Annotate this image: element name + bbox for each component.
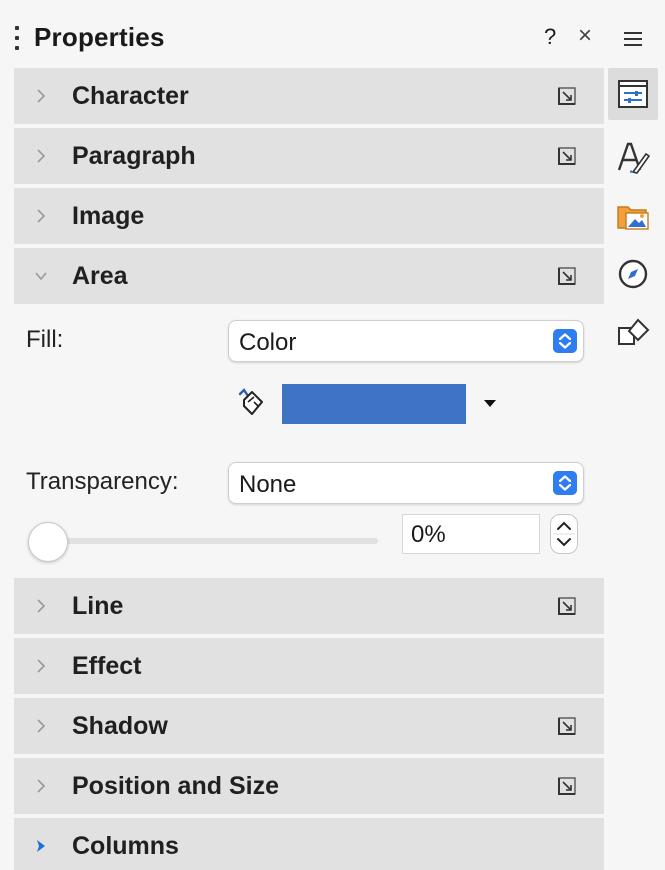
- shapes-icon: [618, 318, 650, 345]
- more-options-icon[interactable]: [556, 595, 578, 617]
- section-area[interactable]: Area: [14, 248, 604, 304]
- section-position-size[interactable]: Position and Size: [14, 758, 604, 814]
- fill-color-swatch[interactable]: [282, 384, 466, 424]
- tab-styles[interactable]: [608, 132, 658, 184]
- tab-navigator[interactable]: [608, 248, 658, 300]
- help-button[interactable]: ?: [544, 24, 556, 50]
- styles-icon: [617, 142, 650, 174]
- section-character[interactable]: Character: [14, 68, 604, 124]
- section-line[interactable]: Line: [14, 578, 604, 634]
- section-label: Effect: [72, 651, 142, 680]
- area-content: Fill: Color Transparency: None 0%: [14, 306, 604, 576]
- panel-title: Properties: [34, 22, 165, 52]
- transparency-percent-field[interactable]: 0%: [402, 514, 540, 554]
- more-options-icon[interactable]: [556, 85, 578, 107]
- paint-bucket-icon[interactable]: [234, 388, 266, 418]
- more-options-icon[interactable]: [556, 775, 578, 797]
- slider-track[interactable]: [42, 538, 378, 544]
- tab-properties[interactable]: [608, 68, 658, 120]
- section-label: Line: [72, 591, 124, 620]
- more-options-icon[interactable]: [556, 145, 578, 167]
- panel-titlebar: Properties ? ×: [14, 10, 604, 66]
- navigator-icon: [618, 259, 648, 289]
- stepper-arrows-icon: [553, 521, 575, 547]
- section-effect[interactable]: Effect: [14, 638, 604, 694]
- section-label: Columns: [72, 831, 179, 860]
- chevron-right-icon: [37, 89, 46, 103]
- section-paragraph[interactable]: Paragraph: [14, 128, 604, 184]
- gallery-icon: [617, 206, 649, 230]
- chevron-right-icon: [37, 149, 46, 163]
- section-label: Shadow: [72, 711, 168, 740]
- chevron-right-icon: [37, 599, 46, 613]
- fill-color-row: [14, 384, 604, 430]
- chevron-right-icon: [37, 209, 46, 223]
- hamburger-menu-icon[interactable]: [608, 16, 658, 62]
- chevron-right-icon: [37, 779, 46, 793]
- transparency-slider-row: 0%: [14, 514, 604, 566]
- select-arrows-icon: [553, 471, 577, 495]
- section-label: Paragraph: [72, 141, 196, 170]
- slider-thumb[interactable]: [28, 522, 68, 562]
- section-label: Area: [72, 261, 128, 290]
- drag-handle-icon[interactable]: [14, 26, 20, 50]
- more-options-icon[interactable]: [556, 265, 578, 287]
- chevron-right-icon: [37, 719, 46, 733]
- select-arrows-icon: [553, 329, 577, 353]
- tab-gallery[interactable]: [608, 190, 658, 242]
- transparency-percent-value: 0%: [411, 521, 446, 548]
- sidebar-tabbar: [604, 10, 665, 870]
- section-columns[interactable]: Columns: [14, 818, 604, 870]
- section-label: Position and Size: [72, 771, 279, 800]
- fill-select[interactable]: Color: [228, 320, 584, 362]
- transparency-label: Transparency:: [26, 468, 179, 495]
- close-button[interactable]: ×: [578, 22, 592, 50]
- section-label: Character: [72, 81, 189, 110]
- percent-stepper[interactable]: [550, 514, 578, 554]
- transparency-select[interactable]: None: [228, 462, 584, 504]
- more-options-icon[interactable]: [556, 715, 578, 737]
- chevron-right-icon: [37, 659, 46, 673]
- properties-icon: [618, 80, 648, 108]
- fill-select-value: Color: [239, 329, 297, 356]
- dropdown-arrow-icon[interactable]: [484, 400, 496, 408]
- section-shadow[interactable]: Shadow: [14, 698, 604, 754]
- tab-shapes[interactable]: [608, 306, 658, 358]
- transparency-select-value: None: [239, 471, 297, 498]
- chevron-right-icon: [37, 840, 45, 852]
- fill-label: Fill:: [26, 326, 64, 353]
- chevron-down-icon: [35, 272, 47, 281]
- properties-panel: Properties ? × Character Paragraph Image…: [14, 10, 604, 870]
- section-label: Image: [72, 201, 145, 230]
- section-image[interactable]: Image: [14, 188, 604, 244]
